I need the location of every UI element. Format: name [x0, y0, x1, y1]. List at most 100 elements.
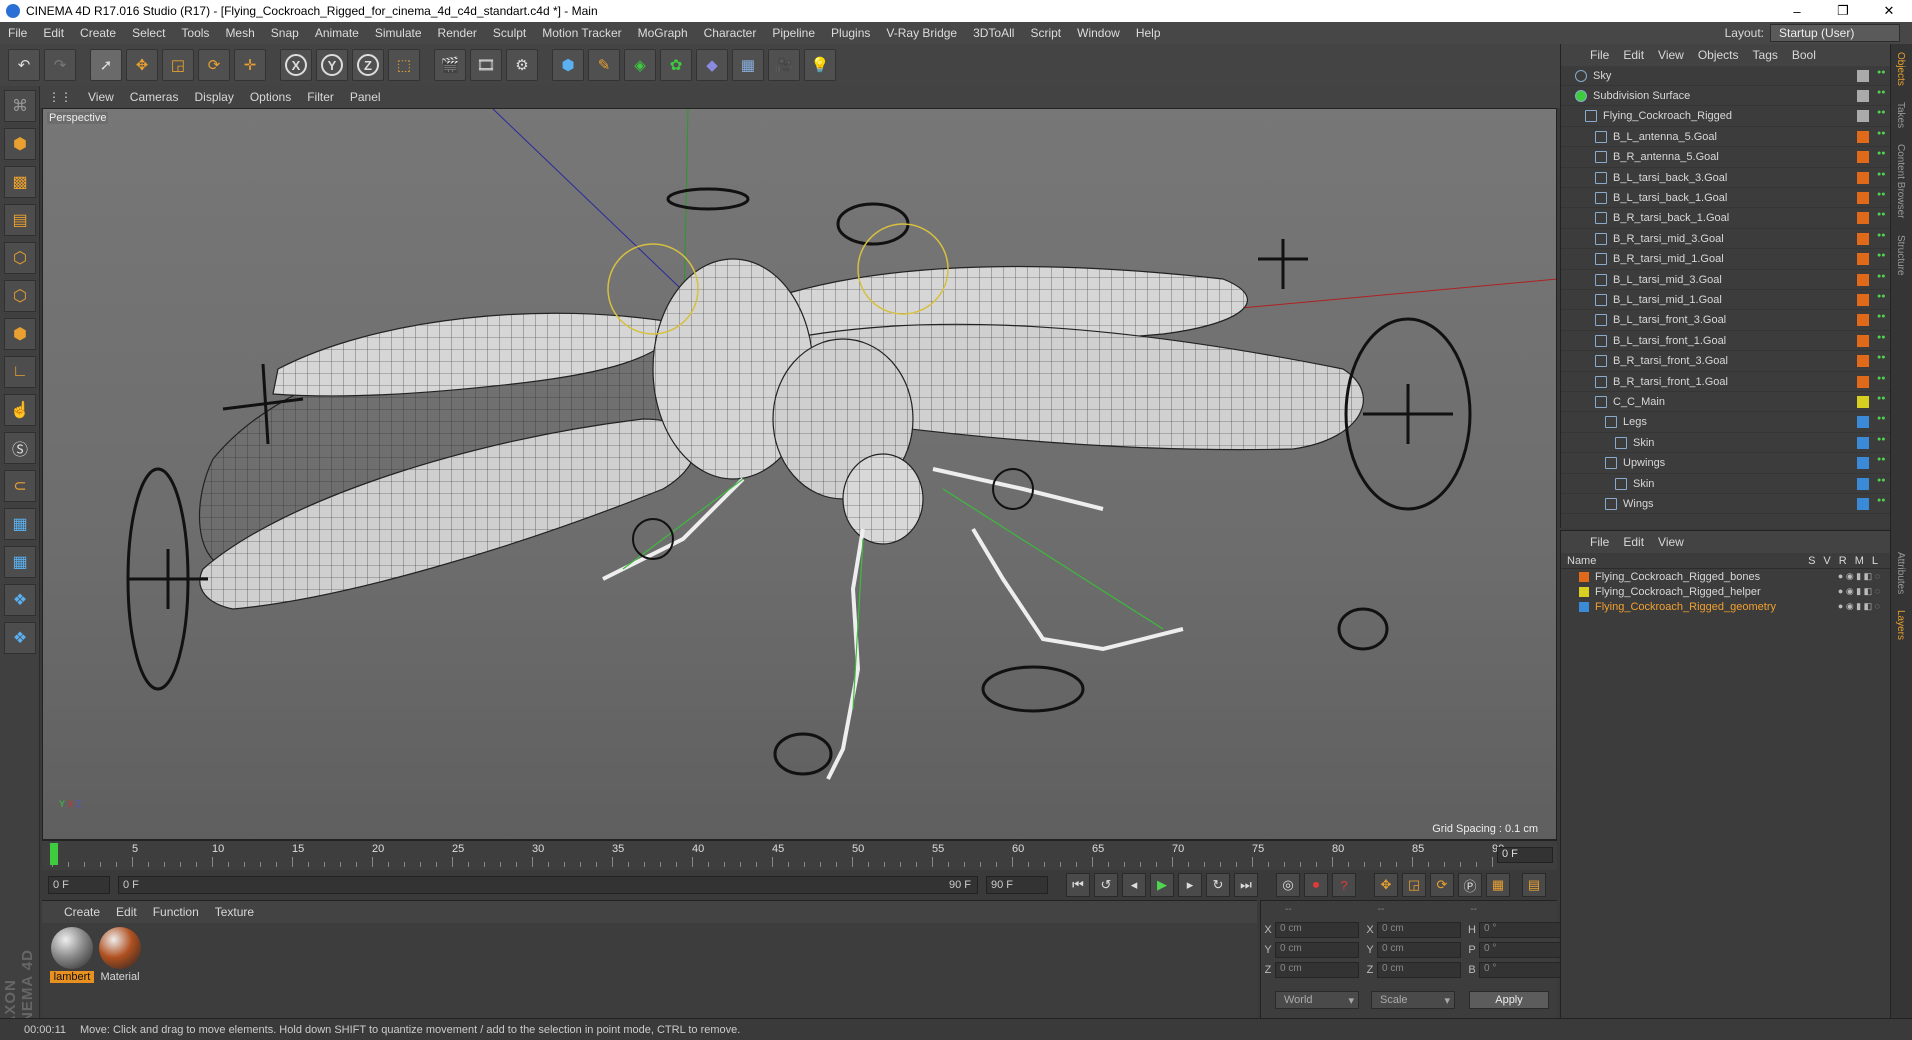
material-name[interactable]: Material	[98, 971, 142, 983]
coordinate-value-field[interactable]: 0 cm	[1377, 962, 1461, 978]
object-row[interactable]: Wings ●●	[1561, 494, 1891, 515]
dock-tab-objects[interactable]: Objects	[1891, 44, 1910, 94]
next-key-icon[interactable]: ↻	[1206, 873, 1230, 897]
coordinate-type-dropdown[interactable]: Scale ▾	[1371, 991, 1455, 1009]
material-menu-function[interactable]: Function	[145, 905, 207, 919]
object-row[interactable]: B_L_tarsi_front_3.Goal ●●	[1561, 311, 1891, 331]
pen-spline-icon[interactable]: ✎	[588, 49, 620, 81]
object-row[interactable]: Skin ●●	[1561, 433, 1891, 454]
menu-v-ray-bridge[interactable]: V-Ray Bridge	[878, 26, 965, 40]
visibility-dots[interactable]: ●●	[1877, 150, 1885, 163]
autokey-icon[interactable]: ⏺	[1304, 873, 1328, 897]
snap-icon[interactable]: ⊂	[4, 470, 36, 502]
material-swatch[interactable]: lambert	[50, 927, 94, 983]
play-icon[interactable]: ▶	[1150, 873, 1174, 897]
object-row[interactable]: B_L_tarsi_back_3.Goal ●●	[1561, 168, 1891, 188]
coordinate-value-field[interactable]: 0 cm	[1377, 942, 1461, 958]
viewport-menu-view[interactable]: View	[80, 90, 122, 104]
material-menu-create[interactable]: Create	[56, 905, 108, 919]
object-row[interactable]: B_L_tarsi_front_1.Goal ●●	[1561, 331, 1891, 352]
coordinate-value-field[interactable]: 0 cm	[1275, 962, 1359, 978]
restore-button[interactable]: ❐	[1820, 0, 1866, 22]
object-row[interactable]: B_R_antenna_5.Goal ●●	[1561, 148, 1891, 168]
end-frame-field[interactable]: 90 F	[986, 876, 1048, 894]
record-keys-icon[interactable]: ◎	[1276, 873, 1300, 897]
render-settings-icon[interactable]: ⚙	[506, 49, 538, 81]
object-menu-bool[interactable]: Bool	[1785, 48, 1823, 62]
perspective-viewport[interactable]: Perspective Y X Z Grid Spacing: 0.1 cm	[42, 108, 1557, 840]
key-parameter-icon[interactable]: Ⓟ	[1458, 873, 1482, 897]
recent-tool-icon[interactable]: ✛	[234, 49, 266, 81]
object-row[interactable]: B_R_tarsi_mid_3.Goal ●●	[1561, 229, 1891, 250]
object-menu-objects[interactable]: Objects	[1691, 48, 1746, 62]
object-row[interactable]: B_R_tarsi_front_1.Goal ●●	[1561, 372, 1891, 392]
layer-menu-edit[interactable]: Edit	[1616, 535, 1651, 549]
menu-plugins[interactable]: Plugins	[823, 26, 878, 40]
menu-file[interactable]: File	[0, 26, 35, 40]
lock-z-axis-button[interactable]: Z	[352, 49, 384, 81]
material-swatch[interactable]: Material	[98, 927, 142, 983]
make-editable-icon[interactable]: ⌘	[4, 90, 36, 122]
frame-range-slider[interactable]: 0 F 90 F	[118, 876, 978, 894]
visibility-dots[interactable]: ●●	[1877, 436, 1885, 449]
menu-simulate[interactable]: Simulate	[367, 26, 430, 40]
visibility-dots[interactable]: ●●	[1877, 477, 1885, 490]
visibility-dots[interactable]: ●●	[1877, 354, 1885, 367]
dock-tab-attributes[interactable]: Attributes	[1891, 544, 1910, 602]
layer-row[interactable]: Flying_Cockroach_Rigged_geometry ● ◉ ▮ ◧ …	[1561, 599, 1890, 614]
visibility-dots[interactable]: ●●	[1877, 211, 1885, 224]
key-scale-icon[interactable]: ◲	[1402, 873, 1426, 897]
floor-icon[interactable]: ▦	[732, 49, 764, 81]
next-frame-icon[interactable]: ▸	[1178, 873, 1202, 897]
model-mode-icon[interactable]: ⬢	[4, 128, 36, 160]
python-script-2-icon[interactable]: ❖	[4, 622, 36, 654]
visibility-dots[interactable]: ●●	[1877, 130, 1885, 143]
frame-ruler[interactable]: 051015202530354045505560657075808590	[52, 843, 1504, 867]
object-row[interactable]: B_L_tarsi_back_1.Goal ●●	[1561, 188, 1891, 209]
menu-tools[interactable]: Tools	[173, 26, 217, 40]
scale-tool-icon[interactable]: ◲	[162, 49, 194, 81]
playhead-marker[interactable]	[50, 843, 58, 865]
menu-help[interactable]: Help	[1128, 26, 1169, 40]
visibility-dots[interactable]: ●●	[1877, 313, 1885, 326]
visibility-dots[interactable]: ●●	[1877, 497, 1885, 510]
lock-workplane-icon[interactable]: ▦	[4, 508, 36, 540]
viewport-menu-filter[interactable]: Filter	[299, 90, 342, 104]
coordinate-value-field[interactable]: 0 cm	[1275, 942, 1359, 958]
coordinate-value-field[interactable]: 0 °	[1479, 962, 1563, 978]
undo-icon[interactable]: ↶	[8, 49, 40, 81]
axis-mode-icon[interactable]: ∟	[4, 356, 36, 388]
visibility-dots[interactable]: ●●	[1877, 415, 1885, 428]
object-menu-file[interactable]: File	[1583, 48, 1616, 62]
object-row[interactable]: C_C_Main ●●	[1561, 392, 1891, 413]
start-frame-field[interactable]: 0 F	[48, 876, 110, 894]
render-view-icon[interactable]: 🎬	[434, 49, 466, 81]
viewport-menu-cameras[interactable]: Cameras	[122, 90, 187, 104]
menu-sculpt[interactable]: Sculpt	[485, 26, 534, 40]
close-button[interactable]: ✕	[1866, 0, 1912, 22]
coordinate-value-field[interactable]: 0 °	[1479, 942, 1563, 958]
layer-menu-file[interactable]: File	[1583, 535, 1616, 549]
go-to-end-icon[interactable]: ⏭	[1234, 873, 1258, 897]
coordinate-value-field[interactable]: 0 °	[1479, 922, 1563, 938]
object-menu-view[interactable]: View	[1651, 48, 1691, 62]
menu-mograph[interactable]: MoGraph	[630, 26, 696, 40]
object-row[interactable]: B_R_tarsi_mid_1.Goal ●●	[1561, 250, 1891, 270]
layer-row[interactable]: Flying_Cockroach_Rigged_bones ● ◉ ▮ ◧ ◌	[1561, 569, 1890, 584]
visibility-dots[interactable]: ●●	[1877, 375, 1885, 388]
python-script-icon[interactable]: ❖	[4, 584, 36, 616]
material-menu-edit[interactable]: Edit	[108, 905, 145, 919]
key-rotation-icon[interactable]: ⟳	[1430, 873, 1454, 897]
visibility-dots[interactable]: ●●	[1877, 293, 1885, 306]
redo-icon[interactable]: ↷	[44, 49, 76, 81]
workplane-icon[interactable]: ▤	[4, 204, 36, 236]
layer-toggle-icons[interactable]: ● ◉ ▮ ◧ ◌	[1838, 571, 1880, 582]
cube-primitive-icon[interactable]: ⬢	[552, 49, 584, 81]
tweak-mode-icon[interactable]: ☝	[4, 394, 36, 426]
key-position-icon[interactable]: ✥	[1374, 873, 1398, 897]
menu-animate[interactable]: Animate	[307, 26, 367, 40]
menu-motion-tracker[interactable]: Motion Tracker	[534, 26, 629, 40]
cloner-icon[interactable]: ✿	[660, 49, 692, 81]
object-row[interactable]: B_L_tarsi_mid_1.Goal ●●	[1561, 290, 1891, 311]
object-row[interactable]: Sky ●●	[1561, 66, 1891, 86]
